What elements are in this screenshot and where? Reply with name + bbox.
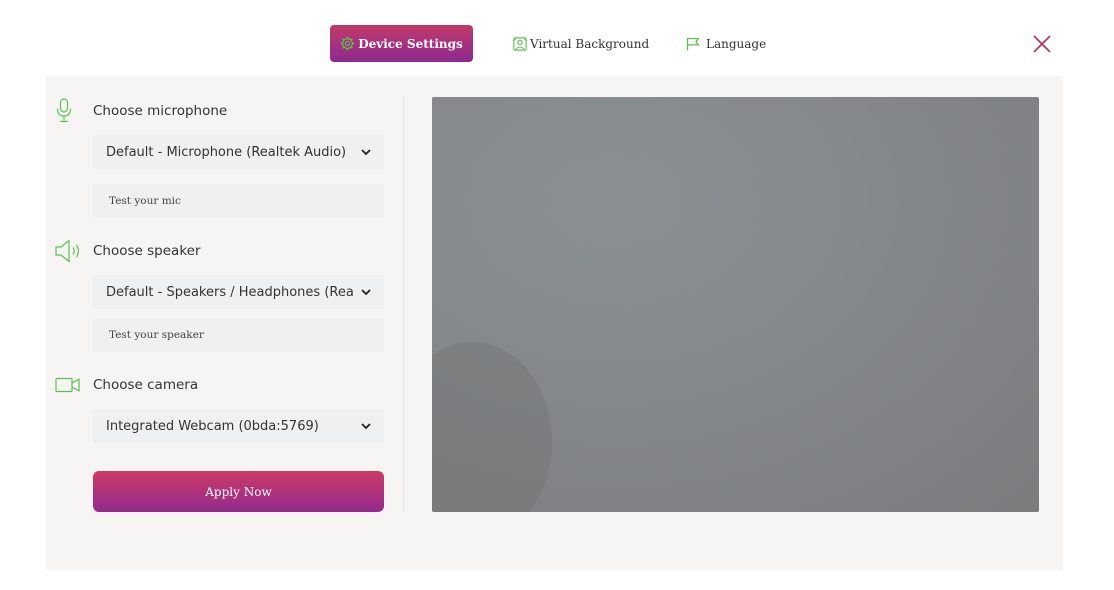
close-button[interactable] [1031, 33, 1053, 55]
speaker-label: Choose speaker [93, 243, 201, 259]
tab-language-label: Language [706, 36, 767, 51]
microphone-icon [54, 98, 86, 124]
tab-device-settings[interactable]: Device Settings [330, 25, 473, 62]
chevron-down-icon [361, 289, 371, 296]
background-icon [513, 36, 527, 51]
camera-label: Choose camera [93, 377, 199, 393]
gear-icon [340, 36, 355, 51]
chevron-down-icon [361, 423, 371, 430]
close-icon [1033, 35, 1051, 53]
tab-language[interactable]: Language [686, 25, 766, 62]
tab-device-settings-label: Device Settings [358, 36, 463, 51]
device-settings-panel: Choose microphone Default - Microphone (… [46, 76, 1063, 570]
microphone-select[interactable]: Default - Microphone (Realtek Audio) [93, 135, 384, 169]
camera-row: Choose camera [54, 370, 198, 400]
tab-virtual-background-label: Virtual Background [530, 36, 650, 51]
flag-icon [686, 37, 700, 51]
speaker-selected: Default - Speakers / Headphones (Realtek… [106, 284, 355, 300]
speaker-row: Choose speaker [54, 236, 201, 266]
camera-select[interactable]: Integrated Webcam (0bda:5769) [93, 409, 384, 443]
test-mic-button[interactable]: Test your mic [93, 184, 384, 218]
speaker-select[interactable]: Default - Speakers / Headphones (Realtek… [93, 275, 384, 309]
microphone-row: Choose microphone [54, 96, 227, 126]
apply-now-label: Apply Now [205, 484, 272, 499]
test-speaker-label: Test your speaker [109, 329, 204, 341]
test-mic-label: Test your mic [109, 195, 181, 207]
speaker-icon [54, 238, 86, 264]
settings-tabs: Device Settings Virtual Background Langu… [0, 0, 1114, 76]
microphone-selected: Default - Microphone (Realtek Audio) [106, 144, 347, 160]
microphone-label: Choose microphone [93, 103, 228, 119]
panel-divider [403, 96, 404, 512]
camera-preview [432, 97, 1039, 512]
tab-virtual-background[interactable]: Virtual Background [513, 25, 649, 62]
test-speaker-button[interactable]: Test your speaker [93, 318, 384, 352]
apply-now-button[interactable]: Apply Now [93, 471, 384, 512]
chevron-down-icon [361, 149, 371, 156]
camera-selected: Integrated Webcam (0bda:5769) [106, 418, 319, 434]
camera-icon [54, 372, 86, 398]
camera-preview-shade [432, 342, 552, 512]
